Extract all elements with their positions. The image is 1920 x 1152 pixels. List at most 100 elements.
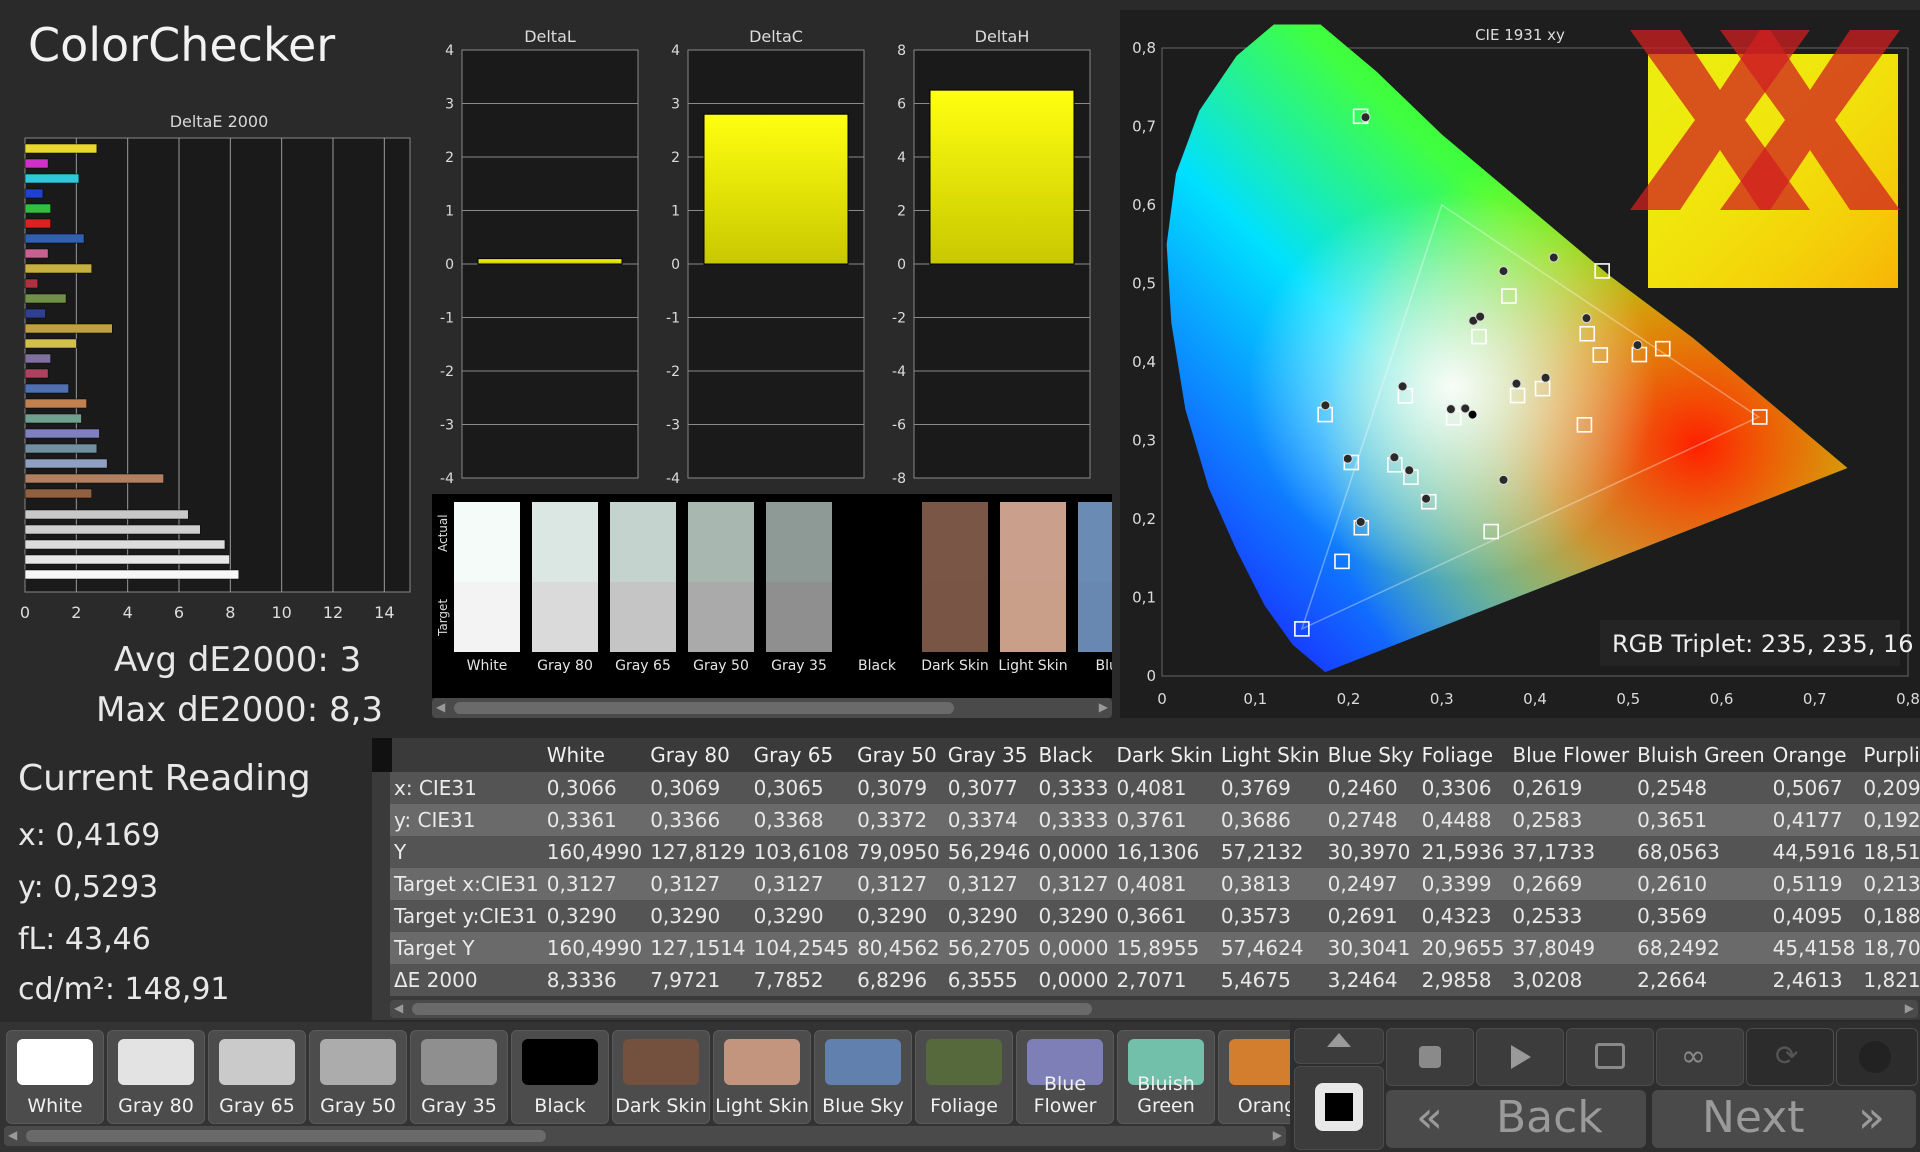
scroll-left-icon[interactable]: ◀	[436, 700, 445, 714]
play-button[interactable]	[1476, 1028, 1564, 1086]
table-cell: 0,2460	[1323, 772, 1418, 804]
delta-y-tick: -2	[440, 364, 454, 380]
table-cell: 6,3555	[943, 964, 1035, 996]
delta-y-tick: 3	[445, 97, 454, 113]
reading-x: x: 0,4169	[18, 818, 161, 853]
patch-label: Gray 35	[421, 1095, 497, 1117]
table-cell: 0,5067	[1768, 772, 1860, 804]
delta-y-tick: 2	[671, 150, 680, 166]
actual-marker	[1511, 378, 1522, 389]
delta-y-tick: -6	[892, 418, 906, 434]
color-swatch	[532, 502, 598, 652]
patch-tile[interactable]: White	[6, 1030, 104, 1124]
back-button[interactable]: « Back	[1386, 1090, 1646, 1148]
measurement-table: White Gray 80 Gray 65 Gray 50 Gray 35 Black Da…	[390, 738, 1920, 996]
patch-tile[interactable]: Gray 50	[309, 1030, 407, 1124]
deltae-x-tick: 2	[71, 603, 81, 622]
deltae-bar	[24, 488, 92, 499]
table-scroll-thumb[interactable]	[412, 1003, 1092, 1015]
deltae-x-tick: 14	[374, 603, 394, 622]
stop-circle-button[interactable]	[1836, 1028, 1918, 1086]
patch-chip	[623, 1039, 699, 1085]
patch-chip	[825, 1039, 901, 1085]
table-cell: 0,2497	[1323, 868, 1418, 900]
patch-chip	[724, 1039, 800, 1085]
stop-button[interactable]	[1386, 1028, 1474, 1086]
scroll-thumb[interactable]	[454, 702, 954, 714]
fit-button[interactable]	[1566, 1028, 1654, 1086]
table-cell: 127,1514	[646, 932, 750, 964]
patch-chip	[320, 1039, 396, 1085]
patch-tile[interactable]: Gray 35	[410, 1030, 508, 1124]
swatch-actual	[688, 502, 754, 582]
delta-y-tick: -3	[666, 418, 680, 434]
stop-icon	[1419, 1046, 1441, 1068]
patch-chip	[118, 1039, 194, 1085]
table-scrollbar[interactable]: ◀ ▶	[390, 1000, 1918, 1018]
swatch-label: Gray 50	[693, 658, 749, 674]
delta-y-tick: -8	[892, 471, 906, 487]
color-swatch	[766, 502, 832, 652]
table-cell: 0,3651	[1633, 804, 1769, 836]
patch-tile[interactable]: Light Skin	[713, 1030, 811, 1124]
patch-tile[interactable]: Foliage	[915, 1030, 1013, 1124]
patch-chip	[219, 1039, 295, 1085]
table-cell: 0,3127	[646, 868, 750, 900]
next-button[interactable]: Next »	[1652, 1090, 1916, 1148]
record-button[interactable]	[1294, 1066, 1384, 1150]
delta-y-tick: 0	[445, 257, 454, 273]
deltae-bar	[24, 248, 49, 259]
table-column-header: Bluish Green	[1637, 743, 1765, 767]
table-cell: 0,3127	[542, 868, 647, 900]
patch-tile[interactable]: Bluish Green	[1117, 1030, 1215, 1124]
table-column-header: Blue Sky	[1327, 743, 1414, 767]
table-cell: 0,3813	[1216, 868, 1324, 900]
patch-tile[interactable]: Black	[511, 1030, 609, 1124]
patch-tile[interactable]: Gray 65	[208, 1030, 306, 1124]
scroll-right-icon[interactable]: ▶	[1099, 700, 1108, 714]
table-cell: 0,3127	[749, 868, 854, 900]
table-row-label: Y	[390, 836, 543, 868]
patch-label: White	[27, 1095, 83, 1117]
patch-scroll-left-icon[interactable]: ◀	[8, 1128, 17, 1142]
patch-tile[interactable]: Gray 80	[107, 1030, 205, 1124]
swatch-scrollbar[interactable]: ◀ ▶	[432, 698, 1112, 718]
collapse-button[interactable]	[1294, 1028, 1384, 1064]
patch-scroll-thumb[interactable]	[26, 1130, 546, 1142]
patch-tile[interactable]: Blue Flower	[1016, 1030, 1114, 1124]
table-cell: 16,1306	[1112, 836, 1217, 868]
deltae-bar	[24, 293, 67, 304]
swatch-target	[610, 582, 676, 652]
table-row-label: ΔE 2000	[390, 964, 543, 996]
delta-bar	[929, 89, 1075, 265]
delta-y-tick: 3	[671, 97, 680, 113]
table-cell: 0,0000	[1034, 932, 1113, 964]
table-cell: 0,5119	[1768, 868, 1860, 900]
patch-scroll-right-icon[interactable]: ▶	[1273, 1128, 1282, 1142]
reading-fl: fL: 43,46	[18, 922, 151, 957]
table-cell: 30,3970	[1323, 836, 1418, 868]
table-row: Target x:CIE31 0,3127 0,3127 0,3127 0,3127 0,…	[390, 868, 1920, 900]
table-cell: 56,2705	[943, 932, 1035, 964]
patch-scrollbar[interactable]: ◀ ▶	[4, 1126, 1286, 1146]
cie-x-tick: 0,2	[1337, 690, 1361, 708]
play-icon	[1511, 1045, 1531, 1069]
table-cell: 0,1924	[1859, 804, 1920, 836]
delta-bar	[703, 113, 849, 265]
deltae-bar	[24, 458, 108, 469]
refresh-button[interactable]: ⟳	[1746, 1028, 1834, 1086]
table-cell: 0,3374	[943, 804, 1035, 836]
table-scroll-left-icon[interactable]: ◀	[394, 1001, 403, 1015]
swatch-target	[532, 582, 598, 652]
patch-label: Bluish Green	[1137, 1073, 1195, 1117]
patch-label: Foliage	[930, 1095, 998, 1117]
cie-y-tick: 0,2	[1132, 510, 1156, 528]
delta-chart-title: DeltaH	[975, 27, 1030, 46]
table-scroll-right-icon[interactable]: ▶	[1905, 1001, 1914, 1015]
patch-tile[interactable]: Dark Skin	[612, 1030, 710, 1124]
table-row-label: Target Y	[390, 932, 543, 964]
swatch-target	[1000, 582, 1066, 652]
cie-y-tick: 0,6	[1132, 196, 1156, 214]
loop-button[interactable]: ∞	[1656, 1028, 1744, 1086]
patch-tile[interactable]: Blue Sky	[814, 1030, 912, 1124]
